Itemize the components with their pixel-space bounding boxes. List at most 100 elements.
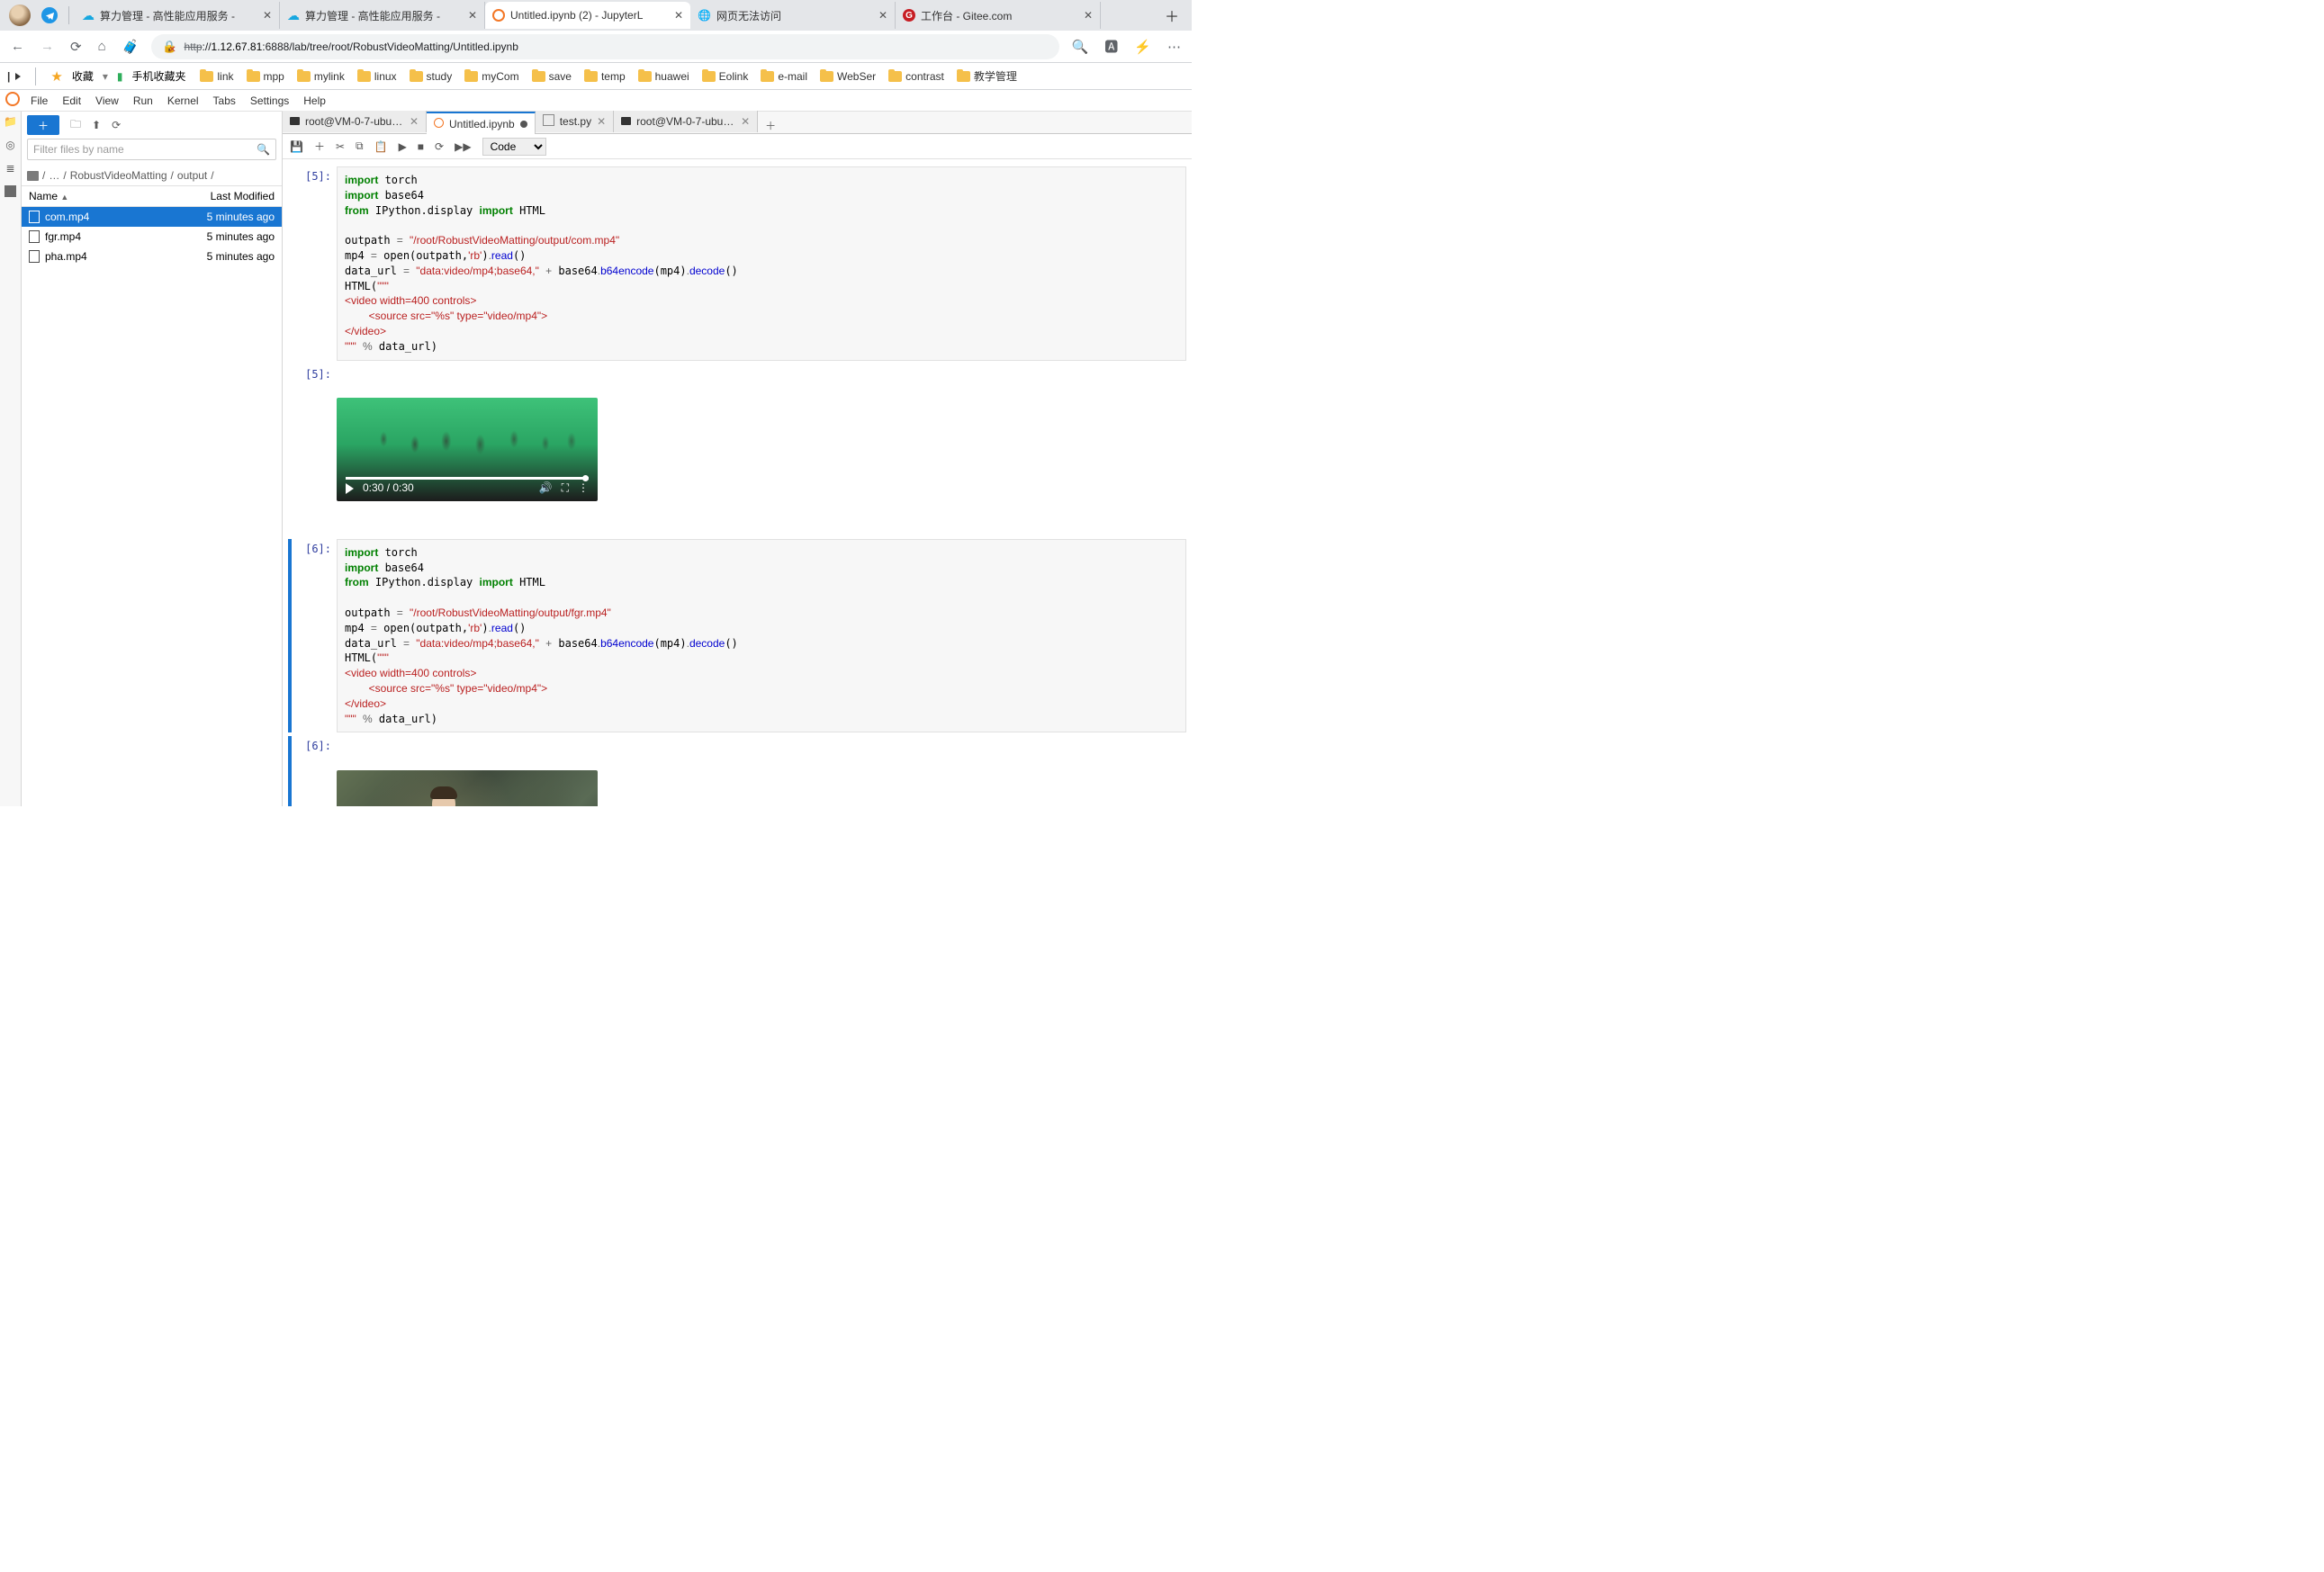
add-doc-tab-button[interactable]: ＋ — [758, 118, 783, 133]
play-icon[interactable] — [346, 483, 354, 494]
cut-icon[interactable]: ✂ — [336, 140, 345, 153]
bookmark-item[interactable]: temp — [584, 68, 626, 84]
bookmarks-lead-icon[interactable]: | — [7, 70, 21, 83]
doc-tab[interactable]: root@VM-0-7-ubuntu: ~/f✕ — [614, 111, 758, 132]
folder-icon — [297, 71, 311, 82]
bookmark-item[interactable]: huawei — [638, 68, 689, 84]
in-prompt: [6]: — [292, 539, 337, 733]
run-icon[interactable]: ▶ — [399, 140, 407, 153]
menu-view[interactable]: View — [88, 93, 126, 109]
browser-tab[interactable]: G工作台 - Gitee.com✕ — [896, 2, 1101, 29]
paste-icon[interactable]: 📋 — [374, 140, 388, 153]
close-tab-icon[interactable]: ✕ — [597, 115, 606, 128]
browser-tab[interactable]: 🌐网页无法访问✕ — [690, 2, 896, 29]
volume-icon[interactable]: 🔊 — [539, 481, 553, 496]
doc-tab[interactable]: root@VM-0-7-ubuntu: ~/f ✕ — [283, 111, 427, 132]
stop-icon[interactable]: ■ — [418, 140, 424, 153]
restart-icon[interactable]: ⟳ — [435, 140, 444, 153]
bookmark-label: WebSer — [837, 70, 876, 83]
target-icon[interactable]: ◎ — [5, 139, 14, 151]
video-player[interactable] — [337, 770, 598, 806]
save-icon[interactable]: 💾 — [290, 140, 303, 153]
close-tab-icon[interactable]: ✕ — [410, 115, 419, 128]
menu-help[interactable]: Help — [296, 93, 333, 109]
list-icon[interactable]: ≣ — [5, 162, 14, 175]
bookmark-item[interactable]: WebSer — [820, 68, 876, 84]
file-row[interactable]: com.mp45 minutes ago — [22, 207, 282, 227]
file-name: pha.mp4 — [45, 250, 87, 263]
phone-favorites-label[interactable]: 手机收藏夹 — [131, 68, 185, 84]
bookmark-item[interactable]: mylink — [297, 68, 345, 84]
refresh-icon[interactable]: ⟳ — [112, 119, 121, 131]
doc-tab-title: root@VM-0-7-ubuntu: ~/f — [305, 115, 404, 128]
close-tab-icon[interactable]: ✕ — [1084, 9, 1093, 22]
bookmark-item[interactable]: mpp — [247, 68, 284, 84]
briefcase-icon[interactable]: 🧳 — [119, 39, 143, 55]
home-button[interactable]: ⌂ — [95, 39, 110, 54]
code-cell[interactable]: [5]: import torch import base64 from IPy… — [288, 166, 1186, 361]
close-tab-icon[interactable]: ✕ — [263, 9, 272, 22]
favorites-star-icon[interactable]: ★ — [50, 68, 62, 85]
menu-file[interactable]: File — [23, 93, 55, 109]
bookmark-item[interactable]: contrast — [888, 68, 944, 84]
close-tab-icon[interactable]: ✕ — [468, 9, 477, 22]
file-row[interactable]: fgr.mp45 minutes ago — [22, 227, 282, 247]
browser-tab[interactable]: ☁算力管理 - 高性能应用服务 - ✕ — [280, 2, 485, 29]
bookmark-item[interactable]: link — [200, 68, 233, 84]
address-bar[interactable]: 🔒✕ http://1.12.67.81:6888/lab/tree/root/… — [151, 34, 1058, 59]
breadcrumb[interactable]: / …/ RobustVideoMatting/ output/ — [22, 166, 282, 185]
close-tab-icon[interactable]: ✕ — [878, 9, 887, 22]
bookmark-item[interactable]: 教学管理 — [957, 68, 1017, 84]
close-tab-icon[interactable]: ✕ — [741, 115, 750, 128]
extensions-icon[interactable] — [5, 185, 16, 197]
insert-cell-icon[interactable]: ＋ — [314, 139, 325, 154]
new-tab-button[interactable]: ＋ — [1156, 4, 1188, 26]
folder-icon — [357, 71, 371, 82]
more-icon[interactable]: ⋯ — [1164, 39, 1185, 55]
search-icon[interactable]: 🔍 — [1068, 39, 1093, 55]
file-filter-input[interactable]: Filter files by name 🔍 — [27, 139, 276, 160]
bookmark-item[interactable]: e-mail — [761, 68, 807, 84]
bookmark-item[interactable]: save — [532, 68, 572, 84]
new-launcher-button[interactable]: ＋ — [27, 115, 59, 135]
reload-button[interactable]: ⟳ — [67, 39, 86, 55]
doc-tab[interactable]: Untitled.ipynb — [427, 112, 536, 134]
copy-icon[interactable]: ⧉ — [356, 139, 364, 153]
bookmark-item[interactable]: study — [410, 68, 453, 84]
bookmark-item[interactable]: linux — [357, 68, 397, 84]
cell-type-select[interactable]: Code — [482, 138, 546, 156]
new-folder-icon[interactable]: 🗀 — [70, 116, 81, 135]
doc-tab[interactable]: test.py✕ — [536, 111, 614, 132]
bookmark-label: linux — [374, 70, 397, 83]
video-player[interactable]: 0:30 / 0:30 🔊 ⛶ ⋮ — [337, 398, 598, 501]
flash-icon[interactable]: ⚡ — [1130, 39, 1155, 55]
bookmark-item[interactable]: myCom — [464, 68, 518, 84]
upload-icon[interactable]: ⬆ — [92, 119, 101, 131]
filter-placeholder: Filter files by name — [33, 143, 124, 156]
profile-avatar[interactable] — [9, 4, 31, 26]
more-icon[interactable]: ⋮ — [578, 481, 589, 496]
menu-run[interactable]: Run — [126, 93, 160, 109]
cell-source[interactable]: import torch import base64 from IPython.… — [337, 539, 1186, 733]
menu-settings[interactable]: Settings — [243, 93, 296, 109]
file-list-header[interactable]: Name ▲ Last Modified — [22, 185, 282, 207]
bookmark-label: myCom — [482, 70, 518, 83]
file-browser-icon[interactable]: 📁 — [4, 115, 17, 128]
file-name: fgr.mp4 — [45, 230, 81, 243]
file-row[interactable]: pha.mp45 minutes ago — [22, 247, 282, 266]
menu-edit[interactable]: Edit — [55, 93, 88, 109]
browser-tab[interactable]: ☁算力管理 - 高性能应用服务 - ✕ — [75, 2, 280, 29]
cell-source[interactable]: import torch import base64 from IPython.… — [337, 166, 1186, 361]
bookmark-item[interactable]: Eolink — [702, 68, 749, 84]
fullscreen-icon[interactable]: ⛶ — [562, 481, 569, 496]
back-button[interactable]: ← — [7, 39, 28, 54]
menu-tabs[interactable]: Tabs — [206, 93, 243, 109]
telegram-icon[interactable] — [41, 7, 58, 23]
run-all-icon[interactable]: ▶▶ — [455, 140, 471, 153]
menu-kernel[interactable]: Kernel — [160, 93, 206, 109]
translate-icon[interactable]: 🅰 — [1101, 37, 1121, 56]
close-tab-icon[interactable]: ✕ — [674, 9, 683, 22]
jupyter-logo-icon[interactable] — [4, 92, 22, 109]
code-cell[interactable]: [6]: import torch import base64 from IPy… — [288, 539, 1186, 733]
browser-tab[interactable]: Untitled.ipynb (2) - JupyterL✕ — [485, 2, 690, 29]
